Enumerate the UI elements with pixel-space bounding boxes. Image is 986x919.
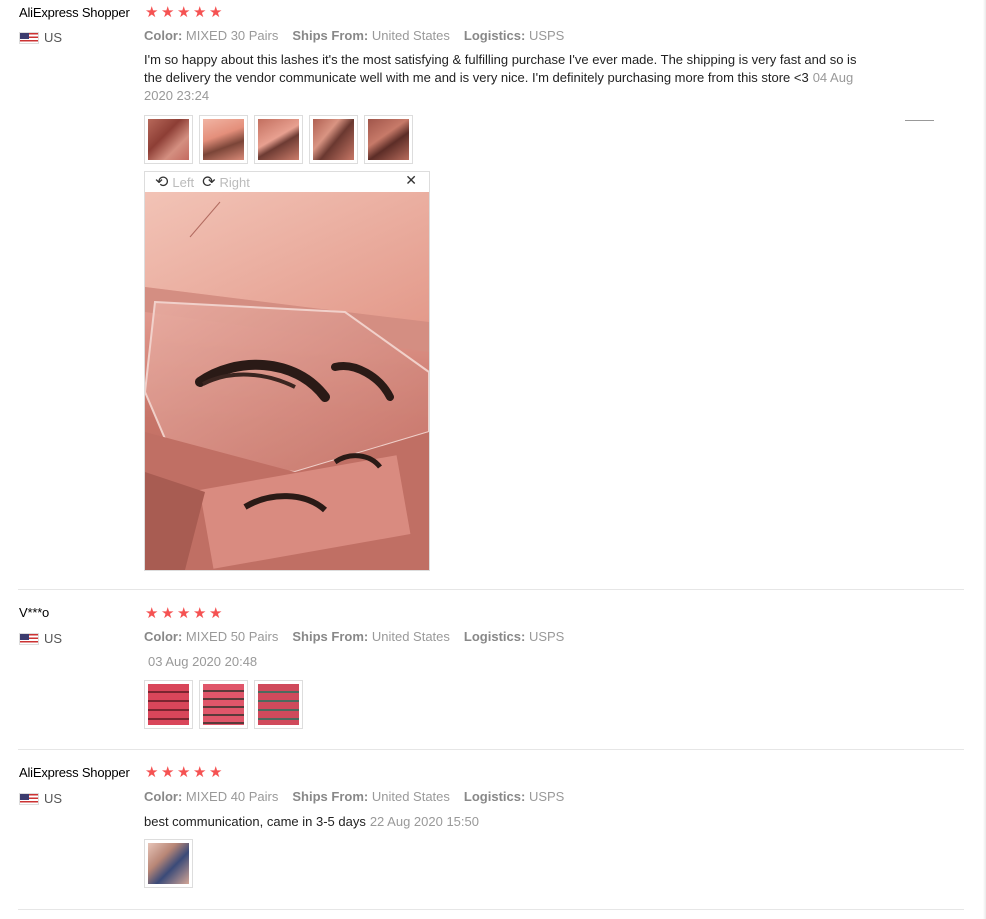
star-icon: ★ xyxy=(209,604,223,622)
star-icon: ★ xyxy=(209,763,223,781)
review-item: V***o ★ ★ ★ ★ ★ US Color: MIXED 50 Pairs… xyxy=(0,590,964,750)
logistics-label: Logistics: xyxy=(463,789,526,804)
star-icon: ★ xyxy=(193,763,207,781)
review-photos xyxy=(144,115,413,164)
color-value: MIXED 30 Pairs xyxy=(185,28,279,43)
photo-thumbnail[interactable] xyxy=(199,115,248,164)
ships-from-value: United States xyxy=(371,629,450,644)
photo-thumbnail[interactable] xyxy=(254,680,303,729)
us-flag-icon xyxy=(19,792,39,805)
star-icon: ★ xyxy=(145,763,159,781)
country-code: US xyxy=(44,791,63,806)
reviewer-name: AliExpress Shopper xyxy=(19,5,130,20)
photo-thumbnail[interactable] xyxy=(309,115,358,164)
star-icon: ★ xyxy=(145,3,159,21)
star-icon: ★ xyxy=(193,604,207,622)
star-rating: ★ ★ ★ ★ ★ xyxy=(145,765,224,780)
star-icon: ★ xyxy=(177,3,191,21)
review-photos xyxy=(144,839,193,888)
close-icon[interactable]: ✕ xyxy=(405,173,417,189)
lashes-photo xyxy=(145,192,429,570)
photo-thumbnail[interactable] xyxy=(144,680,193,729)
logistics-value: USPS xyxy=(528,28,565,43)
ships-from-label: Ships From: xyxy=(292,629,369,644)
rotate-right-label: Right xyxy=(219,174,250,190)
ships-from-label: Ships From: xyxy=(292,789,369,804)
color-value: MIXED 50 Pairs xyxy=(185,629,279,644)
enlarged-photo xyxy=(145,192,429,570)
review-divider xyxy=(18,909,964,910)
review-item: AliExpress Shopper ★ ★ ★ ★ ★ US Color: M… xyxy=(0,0,964,590)
photo-viewer: ⟲ Left ⟳ Right ✕ xyxy=(144,171,430,571)
reviewer-name: V***o xyxy=(19,605,50,620)
rotate-left-label: Left xyxy=(172,174,195,190)
star-rating: ★ ★ ★ ★ ★ xyxy=(145,5,224,20)
color-label: Color: xyxy=(144,28,183,43)
review-body: I'm so happy about this lashes it's the … xyxy=(144,52,857,85)
review-date: 03 Aug 2020 20:48 xyxy=(148,654,258,669)
photo-thumbnail[interactable] xyxy=(144,115,193,164)
review-photos xyxy=(144,680,303,729)
review-item: AliExpress Shopper ★ ★ ★ ★ ★ US Color: M… xyxy=(0,750,964,910)
logistics-value: USPS xyxy=(528,789,565,804)
country-code: US xyxy=(44,631,63,646)
rotate-right-icon: ⟳ xyxy=(202,172,216,191)
photo-thumbnail[interactable] xyxy=(144,839,193,888)
country-code: US xyxy=(44,30,63,45)
order-info: Color: MIXED 50 Pairs Ships From: United… xyxy=(144,629,564,644)
reviewer-country: US xyxy=(19,791,62,806)
star-icon: ★ xyxy=(161,3,175,21)
color-label: Color: xyxy=(144,629,183,644)
logistics-label: Logistics: xyxy=(463,629,526,644)
star-icon: ★ xyxy=(177,763,191,781)
review-text: I'm so happy about this lashes it's the … xyxy=(144,51,864,105)
ships-from-value: United States xyxy=(371,789,450,804)
us-flag-icon xyxy=(19,632,39,645)
review-text: best communication, came in 3-5 days 22 A… xyxy=(144,813,864,831)
color-label: Color: xyxy=(144,789,183,804)
us-flag-icon xyxy=(19,31,39,44)
review-date: 22 Aug 2020 15:50 xyxy=(369,814,479,829)
photo-thumbnail[interactable] xyxy=(199,680,248,729)
color-value: MIXED 40 Pairs xyxy=(185,789,279,804)
star-rating: ★ ★ ★ ★ ★ xyxy=(145,606,224,621)
star-icon: ★ xyxy=(161,763,175,781)
rotate-right-button[interactable]: ⟳ Right xyxy=(202,174,250,190)
ships-from-label: Ships From: xyxy=(292,28,369,43)
rotate-left-button[interactable]: ⟲ Left xyxy=(155,174,194,190)
rotate-left-icon: ⟲ xyxy=(155,172,169,191)
review-body: best communication, came in 3-5 days xyxy=(144,814,366,829)
star-icon: ★ xyxy=(177,604,191,622)
reviewer-country: US xyxy=(19,30,62,45)
star-icon: ★ xyxy=(161,604,175,622)
photo-thumbnail[interactable] xyxy=(364,115,413,164)
review-text: 03 Aug 2020 20:48 xyxy=(144,653,864,671)
star-icon: ★ xyxy=(145,604,159,622)
reviewer-name: AliExpress Shopper xyxy=(19,765,130,780)
star-icon: ★ xyxy=(193,3,207,21)
order-info: Color: MIXED 40 Pairs Ships From: United… xyxy=(144,789,564,804)
ships-from-value: United States xyxy=(371,28,450,43)
star-icon: ★ xyxy=(209,3,223,21)
order-info: Color: MIXED 30 Pairs Ships From: United… xyxy=(144,28,564,43)
logistics-label: Logistics: xyxy=(463,28,526,43)
viewer-toolbar: ⟲ Left ⟳ Right ✕ xyxy=(145,172,429,192)
divider-mark xyxy=(905,120,934,121)
logistics-value: USPS xyxy=(528,629,565,644)
photo-thumbnail[interactable] xyxy=(254,115,303,164)
reviewer-country: US xyxy=(19,631,62,646)
